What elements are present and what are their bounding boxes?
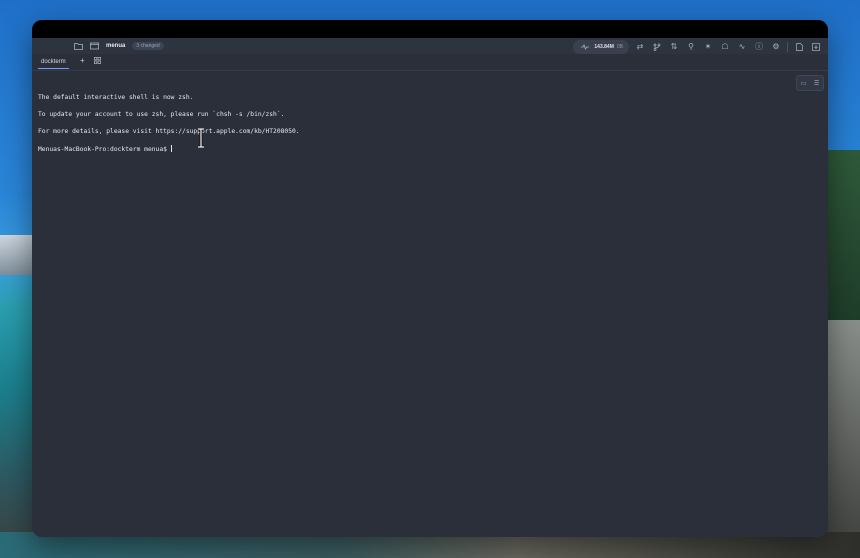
memory-unit: 0B <box>616 44 623 50</box>
tab-dockterm[interactable]: dockterm <box>38 56 69 69</box>
grid-layout-icon[interactable] <box>94 57 101 66</box>
terminal-output: The default interactive shell is now zsh… <box>38 85 300 172</box>
tab-bar: dockterm + <box>32 54 828 71</box>
wallpaper-rock <box>0 235 34 275</box>
terminal-window: menua 3 changed 143.84M 0B ⇄ ⇅ ⚲ ✶ ☖ ∿ ⓘ… <box>32 20 828 537</box>
memory-indicator[interactable]: 143.84M 0B <box>573 40 629 54</box>
branch-compare-icon[interactable]: ⇄ <box>634 41 646 53</box>
title-bar[interactable] <box>32 20 828 38</box>
changed-badge[interactable]: 3 changed <box>132 42 164 50</box>
add-tab-icon[interactable]: + <box>80 56 85 65</box>
memory-value: 143.84M <box>594 44 614 50</box>
tab-label: dockterm <box>41 59 66 65</box>
terminal-prompt-line[interactable]: Menuas-MacBook-Pro:dockterm menua$ <box>38 145 300 155</box>
document-icon[interactable] <box>793 41 805 53</box>
project-name[interactable]: menua <box>106 43 125 49</box>
toolbar-divider <box>787 42 788 52</box>
git-branch-icon[interactable] <box>651 41 663 53</box>
settings-icon[interactable]: ⚙ <box>770 41 782 53</box>
info-icon[interactable]: ⓘ <box>753 41 765 53</box>
wallpaper-rocks <box>826 320 860 558</box>
ibeam-cursor-icon <box>198 128 204 148</box>
robot-icon[interactable]: ☖ <box>719 41 731 53</box>
toolbar-right: 143.84M 0B ⇄ ⇅ ⚲ ✶ ☖ ∿ ⓘ ⚙ <box>573 40 822 54</box>
pin-icon[interactable]: ⚲ <box>685 41 697 53</box>
terminal-line: To update your account to use zsh, pleas… <box>38 110 285 118</box>
folder-icon[interactable] <box>72 40 84 52</box>
pane-menu-icon[interactable]: ☰ <box>814 80 819 87</box>
terminal-pane[interactable]: The default interactive shell is now zsh… <box>32 71 828 537</box>
terminal-line: For more details, please visit https://s… <box>38 127 300 135</box>
text-cursor <box>170 145 172 153</box>
toolbar-left: menua 3 changed <box>72 40 164 52</box>
memory-pulse-icon <box>579 41 591 53</box>
toolbar: menua 3 changed 143.84M 0B ⇄ ⇅ ⚲ ✶ ☖ ∿ ⓘ… <box>32 38 828 54</box>
pull-request-icon[interactable]: ⇅ <box>668 41 680 53</box>
wand-icon[interactable]: ✶ <box>702 41 714 53</box>
pane-controls: ▭ ☰ <box>796 75 824 91</box>
download-icon[interactable] <box>810 41 822 53</box>
terminal-prompt: Menuas-MacBook-Pro:dockterm menua$ <box>38 146 167 154</box>
terminal-line: The default interactive shell is now zsh… <box>38 93 194 101</box>
wallpaper-trees <box>826 150 860 320</box>
window-icon[interactable] <box>88 40 100 52</box>
split-pane-icon[interactable]: ▭ <box>801 80 807 87</box>
activity-icon[interactable]: ∿ <box>736 41 748 53</box>
